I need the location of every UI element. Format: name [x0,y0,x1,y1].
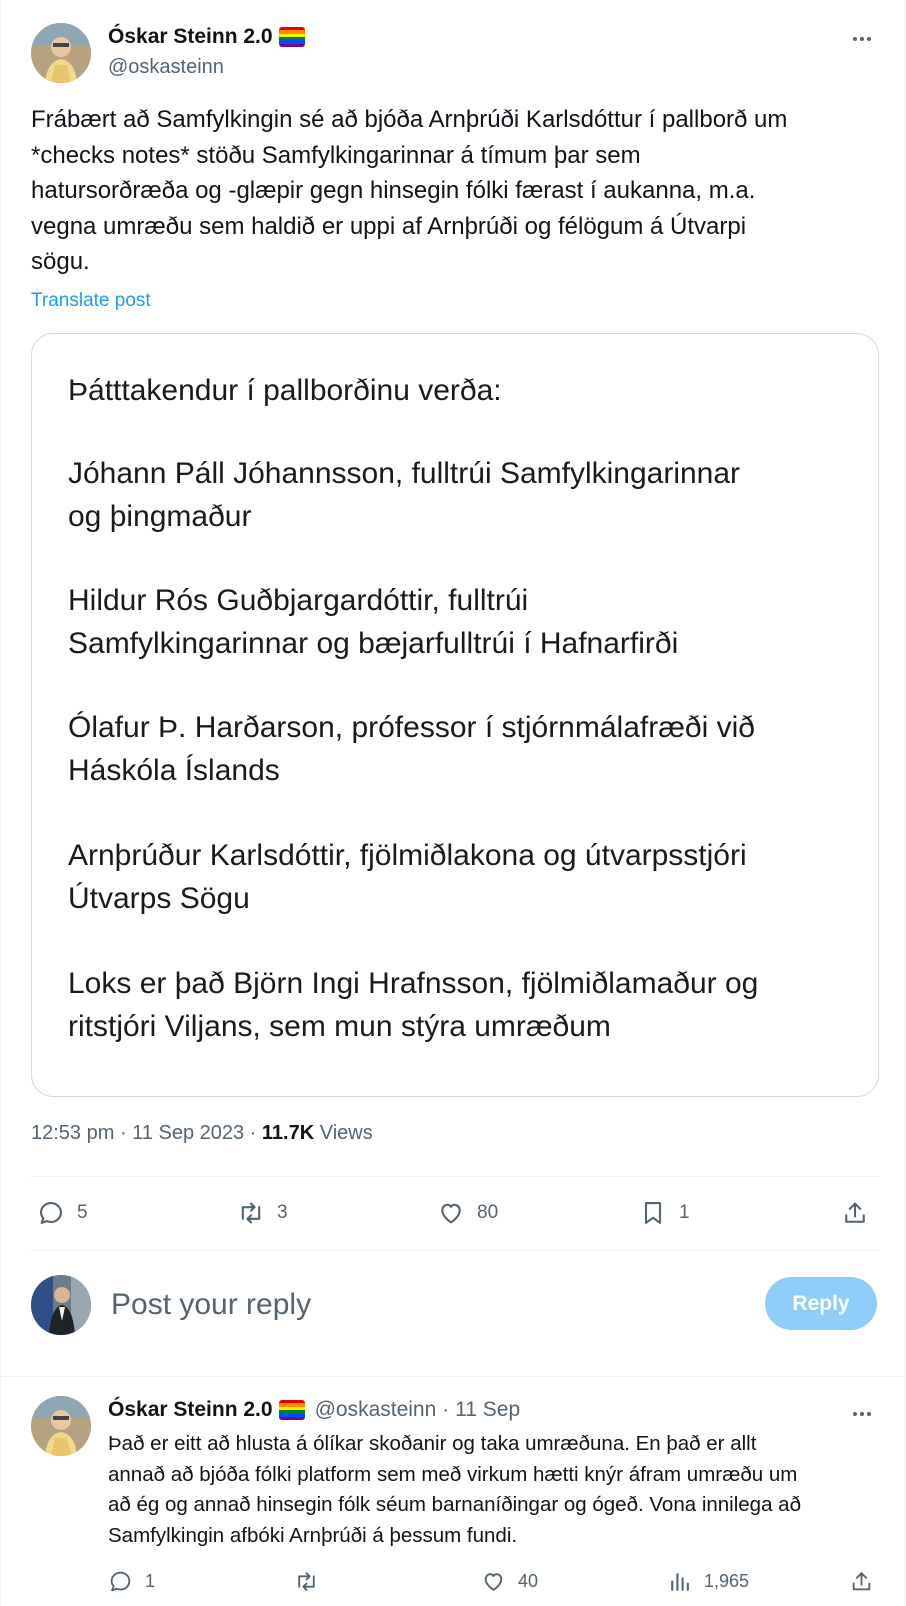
section-divider [1,1376,906,1377]
reply-icon [40,1202,62,1224]
reply-views-action[interactable]: 1,965 [667,1569,749,1594]
reply-input[interactable] [111,1285,711,1325]
reply-count: 5 [77,1202,88,1223]
tweet-meta: 12:53 pm · 11 Sep 2023 · 11.7K Views [31,1122,373,1145]
like-icon [441,1203,461,1224]
media-card[interactable]: Þátttakendur í pallborðinu verða: Jóhann… [31,333,879,1097]
reply-author-name[interactable]: Óskar Steinn 2.0 [108,1398,273,1422]
divider [31,1176,879,1177]
media-line: Þátttakendur í pallborðinu verða: [68,374,502,407]
media-line: Hildur Rós Guðbjargardóttir, fulltrúi [68,584,529,617]
author-handle[interactable]: @oskasteinn [108,56,224,79]
media-line: Útvarps Sögu [68,882,250,915]
repost-count: 3 [277,1202,288,1223]
bookmark-action[interactable]: 1 [639,1199,690,1227]
media-line: Jóhann Páll Jóhannsson, fulltrúi Samfylk… [68,457,741,490]
more-icon[interactable] [847,1403,877,1425]
tweet-detail-page: Óskar Steinn 2.0 @oskasteinn Frábært að … [0,0,906,1606]
share-icon [845,1202,865,1223]
repost-icon [241,1202,261,1224]
reply-text-line: Samfylkingin afbóki Arnþrúði á þessum fu… [108,1523,518,1547]
more-icon[interactable] [847,28,877,50]
tweet-text-line: hatursorðræða og -glæpir gegn hinsegin f… [31,177,756,204]
reply-share-action[interactable] [849,1569,874,1594]
author-avatar[interactable] [31,23,91,83]
share-action[interactable] [841,1199,869,1227]
reply-text-line: Það er eitt að hlusta á ólíkar skoðanir … [108,1432,757,1455]
translate-post-link[interactable]: Translate post [31,290,151,312]
tweet-text-line: *checks notes* stöðu Samfylkingarinnar á… [31,141,641,169]
reply-text: Það er eitt að hlusta á ólíkar skoðanir … [108,1429,888,1551]
tweet-time[interactable]: 12:53 pm · 11 Sep 2023 · [31,1122,262,1144]
reply-reply-count: 1 [145,1571,156,1591]
reply-author-handle[interactable]: @oskasteinn [315,1398,437,1422]
views-label: Views [314,1122,373,1144]
media-line: Loks er það Björn Ingi Hrafnsson, fjölmi… [68,967,759,1000]
reply-reply-action[interactable]: 1 [108,1569,155,1594]
reply-like-count: 40 [518,1571,539,1591]
reply-button[interactable]: Reply [765,1277,877,1330]
reply-action[interactable]: 5 [37,1199,88,1227]
views-count: 11.7K [261,1122,315,1144]
reply-date[interactable]: · 11 Sep [442,1398,520,1422]
tweet-text-line: sögu. [31,248,90,275]
current-user-avatar[interactable] [31,1275,91,1335]
media-line: Ólafur Þ. Harðarson, prófessor í stjórnm… [68,711,755,744]
reply-author-avatar[interactable] [31,1396,91,1456]
reply-header: Óskar Steinn 2.0 @oskasteinn · 11 Sep [108,1398,520,1422]
reply-views-count: 1,965 [704,1571,750,1591]
media-line: ritstjóri Viljans, sem mun stýra umræðum [68,1010,611,1043]
tweet-text-line: Frábært að Samfylkingin sé að bjóða Arnþ… [31,106,788,133]
reply-text-line: að ég og annað hinsegin fólk séum barnan… [108,1493,801,1516]
media-line: Samfylkingarinnar og bæjarfulltrúi í Haf… [68,627,679,660]
media-line: Háskóla Íslands [68,754,280,787]
tweet-text-line: vegna umræðu sem haldið er uppi af Arnþr… [31,212,747,240]
share-icon [852,1572,871,1591]
views-icon [671,1573,689,1591]
pride-flag-icon [278,1400,305,1420]
pride-flag-icon [278,27,305,47]
reply-repost-action[interactable] [294,1569,319,1594]
reply-text-line: annað að bjóða fólki platform sem með vi… [108,1462,798,1486]
bookmark-count: 1 [679,1202,690,1223]
author-name[interactable]: Óskar Steinn 2.0 [108,25,305,49]
author-name-text: Óskar Steinn 2.0 [108,25,273,48]
tweet-text: Frábært að Samfylkingin sé að bjóða Arnþ… [31,102,881,280]
divider [31,1250,879,1251]
repost-icon [298,1572,315,1591]
like-action[interactable]: 80 [437,1199,498,1227]
media-line: Arnþrúður Karlsdóttir, fjölmiðlakona og … [68,839,747,872]
bookmark-icon [644,1202,662,1224]
media-line: og þingmaður [68,500,252,533]
like-icon [484,1573,503,1591]
like-count: 80 [477,1202,499,1223]
repost-action[interactable]: 3 [237,1199,288,1227]
reply-like-action[interactable]: 40 [481,1569,538,1594]
reply-icon [110,1571,131,1592]
